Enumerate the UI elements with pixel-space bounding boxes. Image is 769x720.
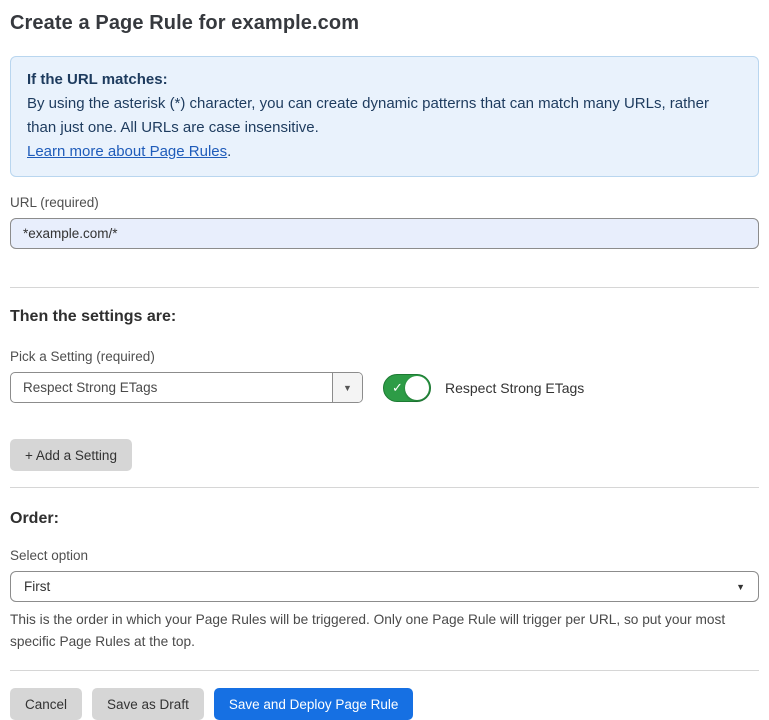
check-icon: ✓ <box>392 381 403 394</box>
info-box-link-line: Learn more about Page Rules. <box>27 140 742 164</box>
setting-row: Respect Strong ETags ▼ ✓ Respect Strong … <box>10 372 759 403</box>
settings-section-heading: Then the settings are: <box>10 308 759 326</box>
etags-toggle-group: ✓ Respect Strong ETags <box>383 374 584 402</box>
url-match-info-box: If the URL matches: By using the asteris… <box>10 56 759 177</box>
url-field-group: URL (required) <box>10 195 759 249</box>
cancel-button[interactable]: Cancel <box>10 688 82 720</box>
setting-select-value: Respect Strong ETags <box>11 373 332 402</box>
section-divider <box>10 287 759 288</box>
url-input[interactable] <box>10 218 759 249</box>
setting-select-arrow-button[interactable]: ▼ <box>332 373 362 402</box>
order-select-label: Select option <box>10 548 759 563</box>
chevron-down-icon: ▼ <box>343 383 352 393</box>
create-page-rule-form: Create a Page Rule for example.com If th… <box>0 0 769 720</box>
order-section-heading: Order: <box>10 510 759 528</box>
url-field-label: URL (required) <box>10 195 759 210</box>
add-setting-button[interactable]: + Add a Setting <box>10 439 132 471</box>
order-select[interactable]: First ▼ <box>10 571 759 602</box>
chevron-down-icon: ▼ <box>736 582 745 592</box>
save-draft-button[interactable]: Save as Draft <box>92 688 204 720</box>
section-divider <box>10 487 759 488</box>
order-select-value: First <box>24 579 736 594</box>
setting-select[interactable]: Respect Strong ETags ▼ <box>10 372 363 403</box>
learn-more-link[interactable]: Learn more about Page Rules <box>27 143 227 160</box>
footer-actions: Cancel Save as Draft Save and Deploy Pag… <box>10 688 759 720</box>
toggle-knob <box>405 376 429 400</box>
info-box-body: By using the asterisk (*) character, you… <box>27 92 742 140</box>
footer-divider <box>10 670 759 671</box>
link-suffix: . <box>227 143 231 160</box>
pick-setting-label: Pick a Setting (required) <box>10 349 759 364</box>
etags-toggle-label: Respect Strong ETags <box>445 380 584 396</box>
etags-toggle[interactable]: ✓ <box>383 374 431 402</box>
order-help-text: This is the order in which your Page Rul… <box>10 609 759 653</box>
page-title: Create a Page Rule for example.com <box>10 12 759 35</box>
save-deploy-button[interactable]: Save and Deploy Page Rule <box>214 688 414 720</box>
info-box-heading: If the URL matches: <box>27 68 742 92</box>
